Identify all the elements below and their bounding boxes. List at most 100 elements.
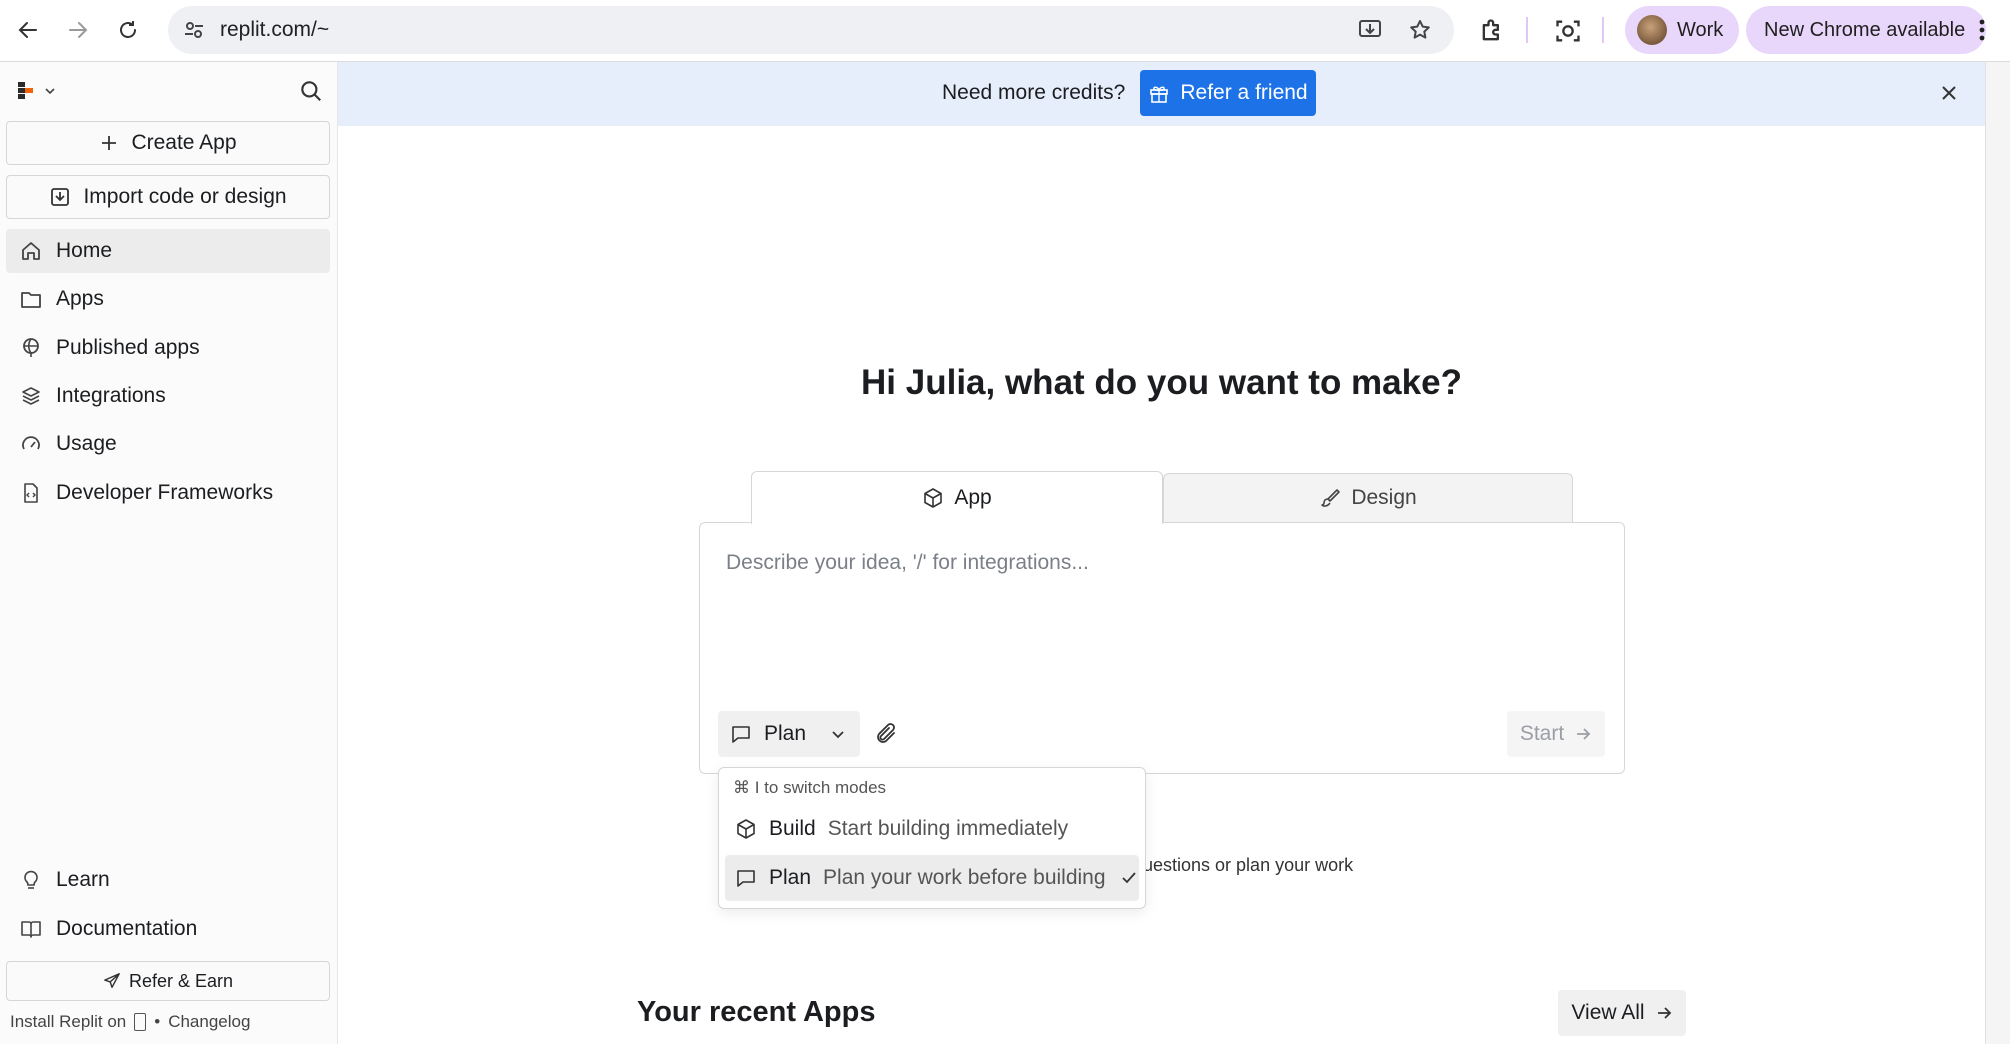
toolbar-divider — [1602, 17, 1604, 43]
phone-icon[interactable] — [134, 1013, 147, 1031]
book-icon — [18, 918, 44, 940]
import-label: Import code or design — [83, 185, 287, 208]
profile-label: Work — [1677, 18, 1724, 41]
screenshot-lens-icon[interactable] — [1554, 17, 1582, 45]
sidebar-item-home[interactable]: Home — [6, 229, 330, 273]
sidebar-item-developer-frameworks[interactable]: Developer Frameworks — [6, 471, 330, 515]
back-button[interactable] — [8, 10, 48, 50]
start-button[interactable]: Start — [1507, 711, 1605, 757]
attach-paperclip-icon[interactable] — [874, 722, 898, 746]
install-app-icon[interactable] — [1358, 18, 1384, 42]
scrollbar[interactable] — [1985, 62, 2010, 1044]
sidebar-item-integrations[interactable]: Integrations — [6, 374, 330, 418]
menu-item-desc: Start building immediately — [827, 817, 1069, 840]
changelog-link[interactable]: Changelog — [168, 1012, 250, 1032]
sidebar-item-label: Published apps — [56, 336, 200, 359]
reload-icon — [120, 21, 136, 38]
bookmark-star-icon[interactable] — [1408, 18, 1432, 42]
url-text: replit.com/~ — [220, 18, 330, 41]
lightbulb-icon — [18, 869, 44, 891]
sidebar-item-apps[interactable]: Apps — [6, 277, 330, 321]
mode-select-button[interactable]: Plan — [718, 711, 860, 757]
chat-bubble-icon — [735, 867, 757, 889]
menu-item-build[interactable]: Build Start building immediately — [725, 806, 1139, 852]
sidebar-item-label: Home — [56, 239, 113, 262]
chevron-down-icon — [830, 726, 846, 742]
sidebar-item-label: Learn — [56, 868, 110, 891]
menu-item-desc: Plan your work before building — [823, 866, 1106, 889]
refer-friend-button[interactable]: Refer a friend — [1140, 70, 1316, 116]
tab-app[interactable]: App — [751, 471, 1163, 524]
profile-chip[interactable]: Work — [1625, 6, 1739, 54]
sidebar-item-label: Documentation — [56, 917, 198, 940]
prompt-input-area[interactable]: Describe your idea, '/' for integrations… — [699, 522, 1625, 774]
prompt-placeholder: Describe your idea, '/' for integrations… — [726, 551, 1089, 574]
view-all-label: View All — [1571, 1001, 1645, 1024]
file-code-icon — [18, 482, 44, 504]
more-vert-icon — [1979, 19, 1985, 41]
chat-bubble-icon — [730, 723, 752, 745]
address-bar[interactable]: replit.com/~ — [168, 6, 1454, 54]
arrow-right-icon — [1574, 725, 1592, 743]
arrow-right-icon — [1655, 1004, 1673, 1022]
cube-icon — [735, 818, 757, 840]
back-arrow-icon — [18, 22, 37, 38]
menu-item-title: Build — [769, 817, 816, 840]
forward-button[interactable] — [58, 10, 98, 50]
view-all-button[interactable]: View All — [1558, 990, 1686, 1036]
layers-icon — [18, 385, 44, 407]
tab-label: Design — [1351, 486, 1417, 509]
site-info-icon[interactable] — [182, 18, 206, 42]
forward-arrow-icon — [69, 22, 88, 38]
chrome-update-button[interactable]: New Chrome available — [1746, 6, 1986, 54]
chevron-down-icon — [45, 88, 55, 95]
mode-dropdown-menu: ⌘ I to switch modes Build Start building… — [718, 767, 1146, 909]
sidebar-item-label: Integrations — [56, 384, 166, 407]
send-icon — [104, 973, 120, 989]
sidebar-item-label: Usage — [56, 432, 117, 455]
sidebar-item-usage[interactable]: Usage — [6, 422, 330, 466]
browser-toolbar: replit.com/~ Work New Chrome available — [0, 0, 2010, 62]
create-app-button[interactable]: Create App — [6, 121, 330, 165]
cube-icon — [922, 487, 944, 509]
mode-label: Plan — [764, 722, 807, 745]
recent-apps-heading: Your recent Apps — [637, 996, 876, 1028]
start-label: Start — [1519, 722, 1565, 745]
update-label: New Chrome available — [1764, 18, 1966, 41]
plus-icon — [102, 136, 117, 150]
mode-hint-text: uestions or plan your work — [1143, 855, 1354, 875]
sidebar-item-learn[interactable]: Learn — [6, 858, 330, 902]
install-text: Install Replit on — [10, 1012, 127, 1031]
gauge-icon — [18, 433, 44, 455]
checkmark-icon — [1120, 869, 1138, 887]
extensions-icon[interactable] — [1478, 17, 1506, 45]
brush-icon — [1319, 487, 1341, 509]
tab-label: App — [954, 486, 992, 509]
sidebar-item-label: Developer Frameworks — [56, 481, 274, 504]
globe-icon — [18, 337, 44, 359]
import-button[interactable]: Import code or design — [6, 175, 330, 219]
sidebar-item-documentation[interactable]: Documentation — [6, 907, 330, 951]
menu-shortcut-hint: ⌘ I to switch modes — [733, 778, 887, 797]
sidebar: Create App Import code or design Home Ap… — [0, 62, 338, 1044]
page-title: Hi Julia, what do you want to make? — [861, 363, 1462, 402]
install-row: Install Replit on • Changelog — [10, 1012, 250, 1032]
import-icon — [51, 188, 70, 206]
close-icon[interactable] — [1938, 82, 1960, 104]
banner-text: Need more credits? — [942, 81, 1126, 104]
reload-button[interactable] — [108, 10, 148, 50]
workspace-switcher[interactable] — [16, 80, 56, 102]
refer-earn-label: Refer & Earn — [128, 970, 234, 991]
toolbar-divider — [1526, 17, 1528, 43]
avatar — [1637, 15, 1667, 45]
sidebar-item-published-apps[interactable]: Published apps — [6, 326, 330, 370]
menu-item-plan[interactable]: Plan Plan your work before building — [725, 855, 1139, 901]
home-icon — [18, 240, 44, 262]
replit-logo-icon — [18, 82, 33, 99]
bullet-separator: • — [154, 1012, 161, 1031]
refer-earn-button[interactable]: Refer & Earn — [6, 961, 330, 1001]
create-app-label: Create App — [131, 131, 237, 154]
search-icon[interactable] — [298, 78, 324, 104]
tab-design[interactable]: Design — [1163, 473, 1573, 522]
refer-friend-label: Refer a friend — [1180, 81, 1308, 104]
